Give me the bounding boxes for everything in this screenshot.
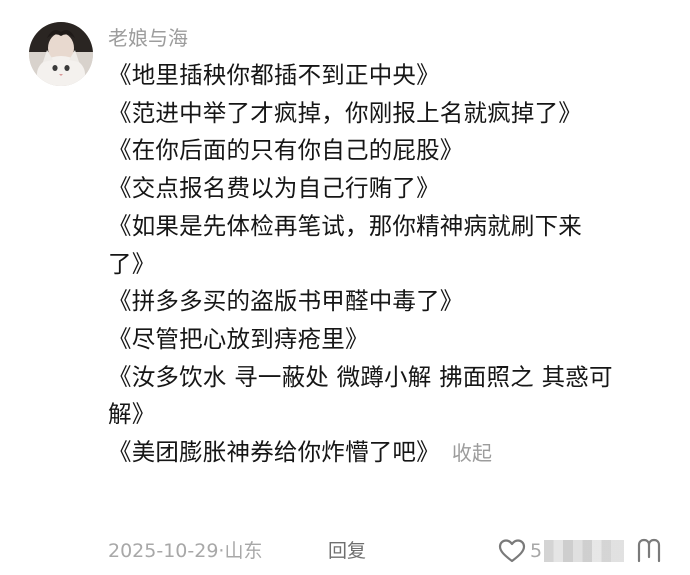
comment-line: 《如果是先体检再笔试，那你精神病就刷下来 — [108, 211, 582, 240]
comment-line: 《交点报名费以为自己行贿了》 — [108, 174, 440, 203]
pixelated-overlay — [544, 540, 625, 562]
comment-line: 《范进中举了才疯掉，你刚报上名就疯掉了》 — [108, 98, 582, 127]
comment-location: 山东 — [224, 540, 263, 562]
comment-line-last: 《美团膨胀神券给你炸懵了吧》 收起 — [108, 434, 668, 473]
dislike-button[interactable] — [636, 537, 666, 565]
avatar[interactable] — [29, 22, 93, 86]
comment-meta: 2025-10-29·山东 — [108, 535, 262, 567]
username[interactable]: 老娘与海 — [108, 24, 188, 52]
comment-line: 《在你后面的只有你自己的屁股》 — [108, 136, 464, 165]
avatar-cat-image — [29, 22, 93, 86]
comment-line: 《拼多多买的盗版书甲醛中毒了》 — [108, 287, 464, 316]
comment-line: 了》 — [108, 249, 156, 278]
comment-line: 《美团膨胀神券给你炸懵了吧》 — [108, 438, 440, 467]
like-button[interactable]: 5 — [498, 537, 625, 565]
comment-line: 《地里插秧你都插不到正中央》 — [108, 61, 440, 89]
comment-line: 解》 — [108, 400, 156, 429]
heart-outline-icon — [498, 539, 526, 563]
comment-line: 《尽管把心放到痔疮里》 — [108, 324, 369, 353]
collapse-link[interactable]: 收起 — [452, 441, 492, 465]
comment-item: 老娘与海 《地里插秧你都插不到正中央》 《范进中举了才疯掉，你刚报上名就疯掉了》… — [0, 0, 690, 574]
like-count: 5 — [530, 540, 543, 562]
dislike-icon — [637, 538, 661, 563]
comment-text: 《地里插秧你都插不到正中央》 《范进中举了才疯掉，你刚报上名就疯掉了》 《在你后… — [108, 57, 668, 473]
reply-button[interactable]: 回复 — [328, 535, 366, 567]
comment-date: 2025-10-29 — [108, 540, 219, 562]
comment-footer: 2025-10-29·山东 回复 5 — [108, 535, 683, 567]
comment-line: 《汝多饮水 寻一蔽处 微蹲小解 拂面照之 其惑可 — [108, 362, 613, 391]
